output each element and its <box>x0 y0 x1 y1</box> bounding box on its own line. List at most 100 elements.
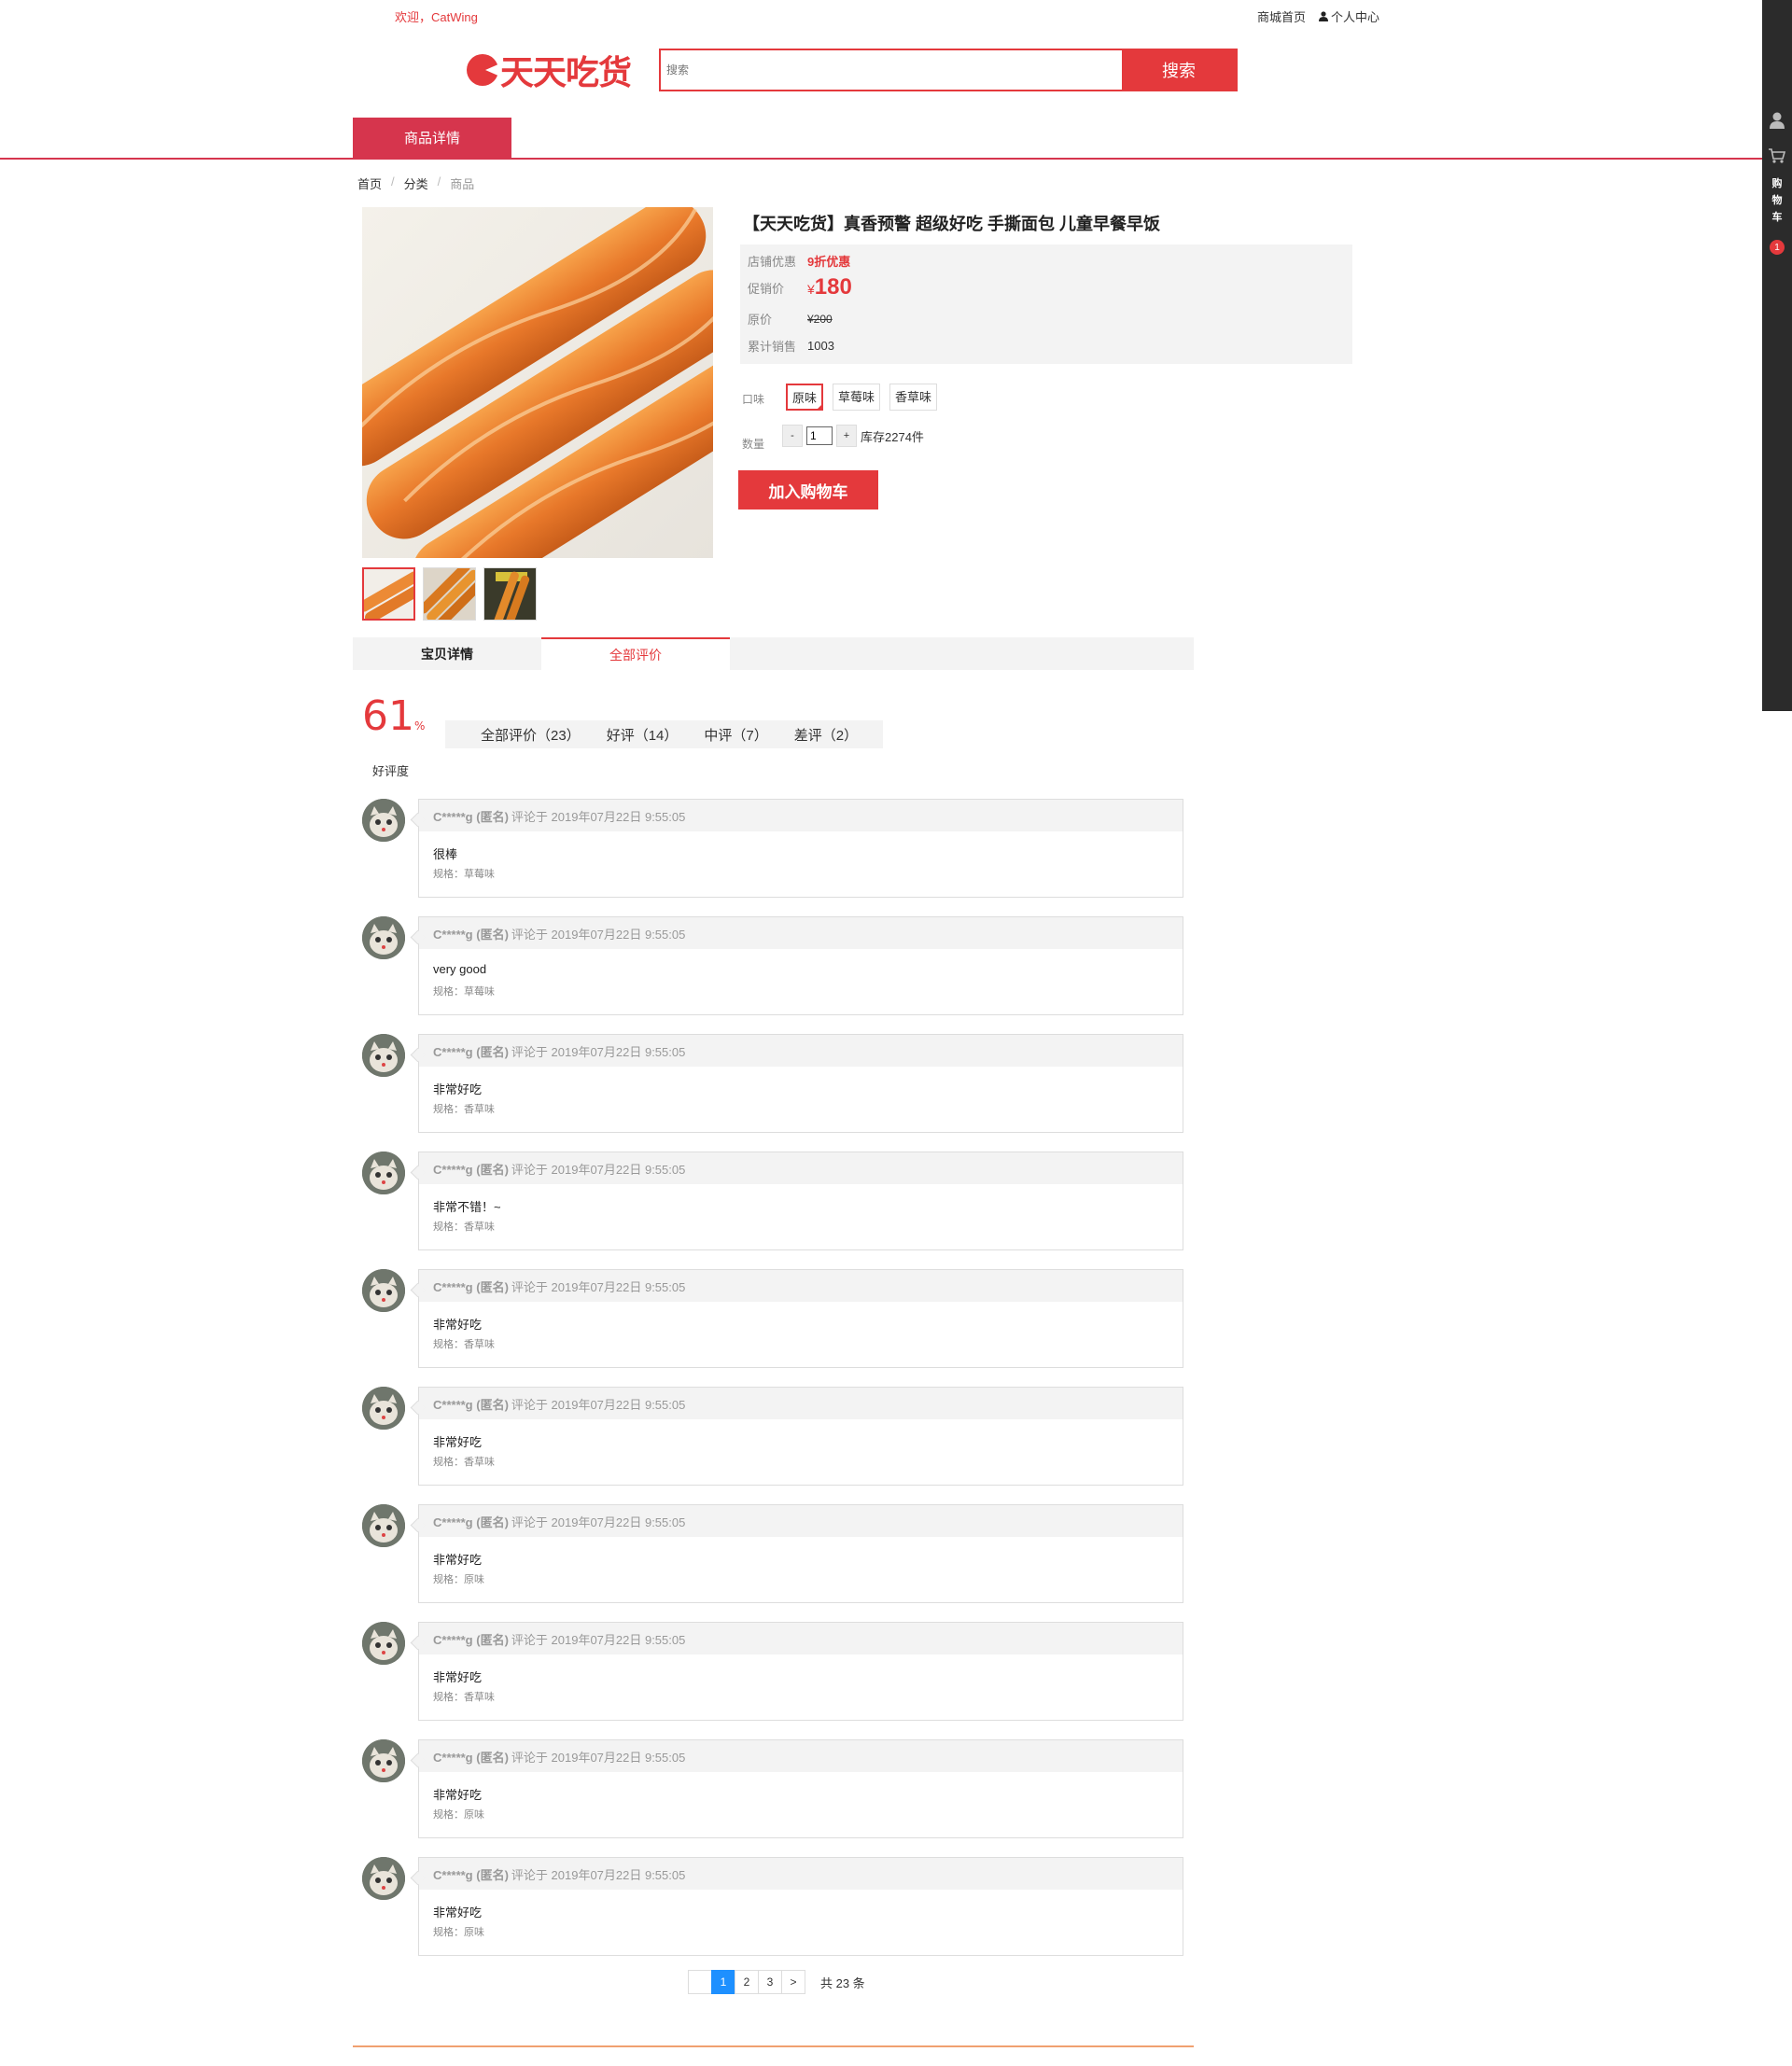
promo-price-label: 促销价 <box>748 281 785 296</box>
user-center-label: 个人中心 <box>1331 10 1380 24</box>
product-thumbnail[interactable] <box>423 567 476 621</box>
comment-box: C*****g (匿名) 评论于 2019年07月22日 9:55:05 非常好吃规… <box>418 1857 1183 1956</box>
comment-author: C*****g (匿名) <box>433 1044 509 1059</box>
right-sidebar: 购物车 1 <box>1762 0 1792 711</box>
pager-next-button[interactable]: > <box>781 1970 805 1994</box>
product-title: 【天天吃货】真香预警 超级好吃 手撕面包 儿童早餐早饭 <box>743 215 1161 233</box>
avatar <box>362 1152 405 1194</box>
comment-box: C*****g (匿名) 评论于 2019年07月22日 9:55:05 非常不错！… <box>418 1152 1183 1250</box>
welcome-text: 欢迎，CatWing <box>395 10 478 24</box>
filter-good-reviews[interactable]: 好评（14） <box>607 725 679 745</box>
currency-symbol: ¥ <box>807 282 815 297</box>
filter-all-reviews[interactable]: 全部评价（23） <box>481 725 581 745</box>
quantity-label: 数量 <box>742 438 765 451</box>
product-thumbnail[interactable] <box>362 567 415 621</box>
comment-author: C*****g (匿名) <box>433 1750 509 1765</box>
comment-spec: 规格：原味 <box>433 1809 484 1821</box>
mall-home-link[interactable]: 商城首页 <box>1257 7 1306 25</box>
avatar <box>362 1034 405 1077</box>
avatar <box>362 1504 405 1547</box>
comment-spec: 规格：香草味 <box>433 1457 495 1468</box>
comment-text: 非常好吃 <box>433 1553 483 1567</box>
quantity-plus-button[interactable]: + <box>836 425 857 447</box>
comment-spec: 规格：香草味 <box>433 1221 495 1233</box>
search-input[interactable] <box>661 50 1122 90</box>
comment-text: 很棒 <box>433 847 458 861</box>
comment-text: 非常好吃 <box>433 1082 483 1096</box>
product-thumbnails <box>362 567 537 621</box>
shop-discount-label: 店铺优惠 <box>748 255 797 269</box>
comment-spec: 规格：香草味 <box>433 1104 495 1115</box>
comment-author: C*****g (匿名) <box>433 1515 509 1529</box>
cart-icon[interactable] <box>1768 147 1786 164</box>
flavor-option[interactable]: 草莓味 <box>833 384 881 411</box>
breadcrumb: 首页 / 分类 / 商品 <box>357 174 474 192</box>
filter-neutral-reviews[interactable]: 中评（7） <box>704 725 767 745</box>
comment-box: C*****g (匿名) 评论于 2019年07月22日 9:55:05 非常好吃规… <box>418 1504 1183 1603</box>
comment-spec: 规格：香草味 <box>433 1692 495 1703</box>
comment-box: C*****g (匿名) 评论于 2019年07月22日 9:55:05 非常好吃规… <box>418 1034 1183 1133</box>
comment-header: C*****g (匿名) 评论于 2019年07月22日 9:55:05 <box>419 1152 1183 1184</box>
tab-product-details[interactable]: 宝贝详情 <box>353 637 541 670</box>
comment-spec: 规格：原味 <box>433 1574 484 1585</box>
orig-price: ¥200 <box>807 312 833 326</box>
add-to-cart-button[interactable]: 加入购物车 <box>738 470 878 510</box>
comment-header: C*****g (匿名) 评论于 2019年07月22日 9:55:05 <box>419 1858 1183 1890</box>
comment-header: C*****g (匿名) 评论于 2019年07月22日 9:55:05 <box>419 1388 1183 1419</box>
comment-spec: 规格：草莓味 <box>433 869 495 880</box>
promo-price-value: 180 <box>814 274 852 300</box>
pager-page[interactable]: 1 <box>711 1970 735 1994</box>
user-center-link[interactable]: 个人中心 <box>1319 7 1379 25</box>
sales-value: 1003 <box>807 339 834 353</box>
flavor-option[interactable]: 原味 <box>786 384 824 411</box>
sales-row: 累计销售 1003 <box>748 337 834 355</box>
rating-score: 61% <box>362 692 425 740</box>
avatar <box>362 916 405 959</box>
pager-total: 共 23 条 <box>820 1975 865 1990</box>
avatar <box>362 1387 405 1430</box>
comment-box: C*****g (匿名) 评论于 2019年07月22日 9:55:05 very … <box>418 916 1183 1015</box>
avatar <box>362 1269 405 1312</box>
pager-page[interactable]: 3 <box>758 1970 782 1994</box>
comment-time: 评论于 2019年07月22日 9:55:05 <box>511 927 686 942</box>
filter-bad-reviews[interactable]: 差评（2） <box>794 725 858 745</box>
nav-tab-product-detail[interactable]: 商品详情 <box>353 118 511 158</box>
rating-label: 好评度 <box>372 764 410 778</box>
comment-time: 评论于 2019年07月22日 9:55:05 <box>511 1867 686 1882</box>
comment-text: 非常好吃 <box>433 1670 483 1684</box>
comment-time: 评论于 2019年07月22日 9:55:05 <box>511 1162 686 1177</box>
pager-prev-button[interactable] <box>688 1970 712 1994</box>
site-logo[interactable]: 天天吃货 <box>467 49 632 92</box>
footer-divider <box>353 2045 1194 2047</box>
rating-score-unit: % <box>414 719 426 733</box>
quantity-input[interactable] <box>806 426 833 445</box>
user-icon <box>1319 11 1329 21</box>
breadcrumb-separator: / <box>437 174 441 188</box>
cart-label[interactable]: 购物车 <box>1771 175 1784 226</box>
comment-author: C*****g (匿名) <box>433 1162 509 1177</box>
quantity-minus-button[interactable]: - <box>782 425 803 447</box>
pagination: 1 2 3 > 共 23 条 <box>688 1970 865 1994</box>
comment-author: C*****g (匿名) <box>433 1632 509 1647</box>
breadcrumb-home[interactable]: 首页 <box>357 174 382 192</box>
user-icon[interactable] <box>1770 112 1785 129</box>
logo-text: 天天吃货 <box>500 54 632 92</box>
breadcrumb-category[interactable]: 分类 <box>404 174 428 192</box>
tab-all-reviews[interactable]: 全部评价 <box>541 637 730 670</box>
logo-mark-icon <box>467 54 498 86</box>
avatar <box>362 1739 405 1782</box>
flavor-option[interactable]: 香草味 <box>889 384 938 411</box>
comment-spec: 规格：原味 <box>433 1927 484 1938</box>
comment-box: C*****g (匿名) 评论于 2019年07月22日 9:55:05 非常好吃规… <box>418 1622 1183 1721</box>
search-button[interactable]: 搜索 <box>1122 50 1236 90</box>
pager-page[interactable]: 2 <box>735 1970 759 1994</box>
product-thumbnail[interactable] <box>483 567 537 621</box>
avatar <box>362 1622 405 1665</box>
comment-author: C*****g (匿名) <box>433 1279 509 1294</box>
comment-time: 评论于 2019年07月22日 9:55:05 <box>511 1632 686 1647</box>
shop-discount-value: 9折优惠 <box>807 255 851 269</box>
orig-price-row: 原价 ¥200 <box>748 310 833 328</box>
detail-tabs: 宝贝详情 全部评价 <box>353 637 1194 670</box>
top-links: 商城首页 个人中心 <box>1257 7 1379 25</box>
promo-price: ¥180 <box>807 274 852 300</box>
